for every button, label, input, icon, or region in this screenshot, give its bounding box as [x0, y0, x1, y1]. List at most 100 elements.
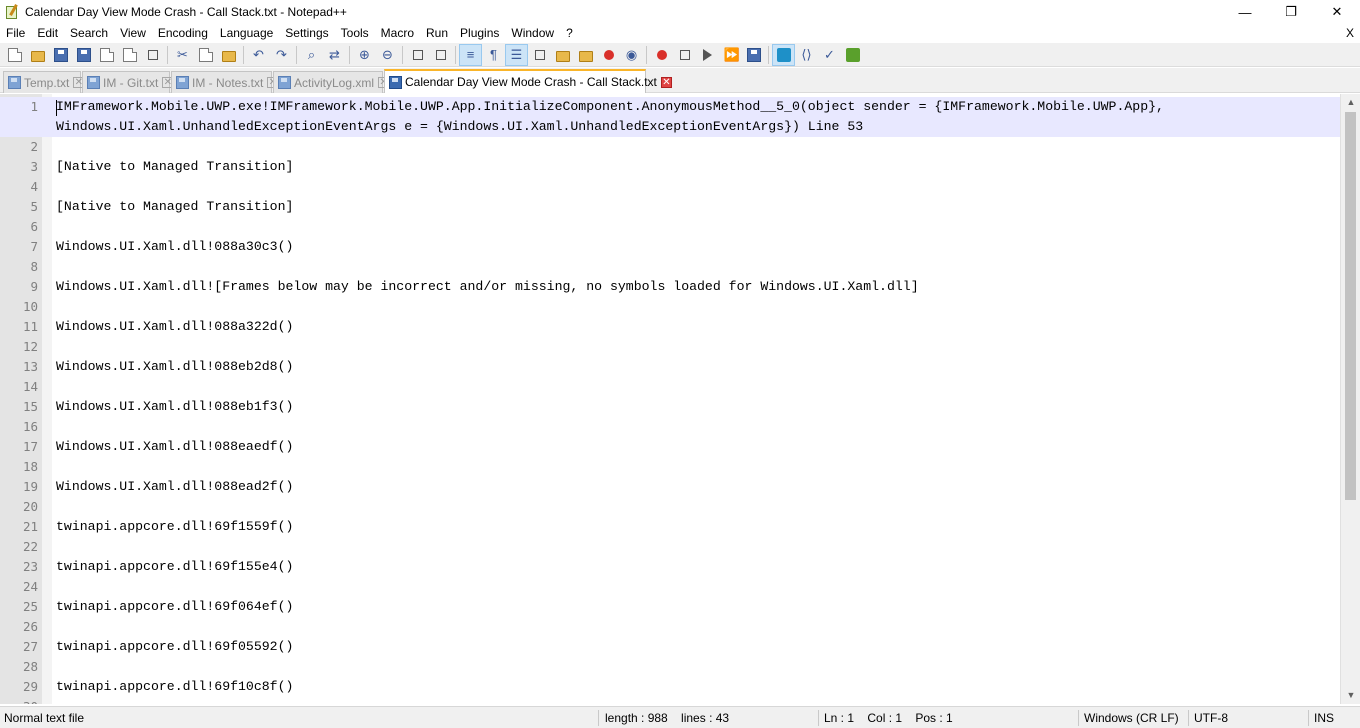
- line-text: IMFramework.Mobile.UWP.exe!IMFramework.M…: [56, 99, 1164, 114]
- menu-edit[interactable]: Edit: [31, 24, 64, 43]
- editor-line[interactable]: 14: [0, 377, 1340, 397]
- replace-button[interactable]: ⇄: [323, 44, 346, 66]
- tab-activitylog[interactable]: ActivityLog.xml ✕: [273, 71, 390, 93]
- editor-line[interactable]: 9 Windows.UI.Xaml.dll![Frames below may b…: [0, 277, 1340, 297]
- menu-macro[interactable]: Macro: [375, 24, 420, 43]
- editor-line[interactable]: 3 [Native to Managed Transition]: [0, 157, 1340, 177]
- plugin-admin-button[interactable]: [772, 43, 795, 66]
- xml-tools-button[interactable]: ⟨⟩: [795, 44, 818, 66]
- close-document-button[interactable]: X: [1346, 24, 1354, 43]
- editor-line[interactable]: 12: [0, 337, 1340, 357]
- editor-line[interactable]: 21 twinapi.appcore.dll!69f1559f(): [0, 517, 1340, 537]
- start-recording-button[interactable]: [650, 44, 673, 66]
- editor-line[interactable]: 6: [0, 217, 1340, 237]
- editor-line[interactable]: 15 Windows.UI.Xaml.dll!088eb1f3(): [0, 397, 1340, 417]
- save-button[interactable]: [49, 44, 72, 66]
- zoom-in-button[interactable]: ⊕: [353, 44, 376, 66]
- menu-tools[interactable]: Tools: [335, 24, 375, 43]
- editor-line[interactable]: 24: [0, 577, 1340, 597]
- editor-line[interactable]: 17 Windows.UI.Xaml.dll!088eaedf(): [0, 437, 1340, 457]
- playback-button[interactable]: [696, 44, 719, 66]
- tab-im-notes[interactable]: IM - Notes.txt ✕: [171, 71, 279, 93]
- save-all-button[interactable]: [72, 44, 95, 66]
- tab-im-git[interactable]: IM - Git.txt ✕: [82, 71, 174, 93]
- tab-close-icon[interactable]: ✕: [660, 76, 672, 88]
- editor-line[interactable]: 28: [0, 657, 1340, 677]
- stop-recording-button[interactable]: [673, 44, 696, 66]
- scroll-up-arrow-icon[interactable]: ▲: [1341, 94, 1360, 111]
- menu-view[interactable]: View: [114, 24, 152, 43]
- tab-temp[interactable]: Temp.txt ✕: [3, 71, 85, 93]
- editor-line[interactable]: 11 Windows.UI.Xaml.dll!088a322d(): [0, 317, 1340, 337]
- spell-check-button[interactable]: ✓: [818, 44, 841, 66]
- menu-plugins[interactable]: Plugins: [454, 24, 505, 43]
- paste-button[interactable]: [217, 44, 240, 66]
- close-all-button[interactable]: [118, 44, 141, 66]
- editor-line[interactable]: 29 twinapi.appcore.dll!69f10c8f(): [0, 677, 1340, 697]
- editor-line[interactable]: 18: [0, 457, 1340, 477]
- menu-window[interactable]: Window: [505, 24, 560, 43]
- redo-button[interactable]: ↷: [270, 44, 293, 66]
- line-number: 23: [22, 559, 38, 574]
- editor-line[interactable]: 19 Windows.UI.Xaml.dll!088ead2f(): [0, 477, 1340, 497]
- editor-line[interactable]: 2: [0, 137, 1340, 157]
- zoom-out-icon: ⊖: [382, 46, 393, 62]
- menu-encoding[interactable]: Encoding: [152, 24, 214, 43]
- editor-line[interactable]: 23 twinapi.appcore.dll!69f155e4(): [0, 557, 1340, 577]
- copy-button[interactable]: [194, 44, 217, 66]
- editor-line[interactable]: 1 IMFramework.Mobile.UWP.exe!IMFramework.…: [0, 97, 1340, 117]
- indent-guide-button[interactable]: ☰: [505, 43, 528, 66]
- user-defined-language-button[interactable]: [597, 44, 620, 66]
- line-number: 6: [30, 219, 38, 234]
- sync-vertical-button[interactable]: [406, 44, 429, 66]
- show-all-characters-button[interactable]: ¶: [482, 44, 505, 66]
- minimize-button[interactable]: —: [1222, 0, 1268, 24]
- cut-button[interactable]: ✂: [171, 44, 194, 66]
- zoom-out-button[interactable]: ⊖: [376, 44, 399, 66]
- tab-call-stack[interactable]: Calendar Day View Mode Crash - Call Stac…: [384, 69, 672, 93]
- menu-language[interactable]: Language: [214, 24, 279, 43]
- editor-line[interactable]: 13 Windows.UI.Xaml.dll!088eb2d8(): [0, 357, 1340, 377]
- function-list-button[interactable]: [551, 44, 574, 66]
- menu-run[interactable]: Run: [420, 24, 454, 43]
- new-file-button[interactable]: [3, 44, 26, 66]
- editor-line[interactable]: 4: [0, 177, 1340, 197]
- maximize-button[interactable]: ❐: [1268, 0, 1314, 24]
- editor-line[interactable]: 5 [Native to Managed Transition]: [0, 197, 1340, 217]
- editor-line[interactable]: 8: [0, 257, 1340, 277]
- find-button[interactable]: ⌕: [300, 44, 323, 66]
- menu-help[interactable]: ?: [560, 24, 579, 43]
- scrollbar-thumb[interactable]: [1345, 112, 1356, 500]
- menu-file[interactable]: File: [0, 24, 31, 43]
- spell-check-icon: ✓: [824, 46, 835, 62]
- text-editor[interactable]: 1 IMFramework.Mobile.UWP.exe!IMFramework.…: [0, 94, 1360, 704]
- vertical-scrollbar[interactable]: ▲ ▼: [1340, 94, 1360, 704]
- folder-as-workspace-button[interactable]: [574, 44, 597, 66]
- editor-line[interactable]: 20: [0, 497, 1340, 517]
- editor-line[interactable]: 22: [0, 537, 1340, 557]
- print-button[interactable]: [141, 44, 164, 66]
- monitoring-button[interactable]: ◉: [620, 44, 643, 66]
- close-button[interactable]: [95, 44, 118, 66]
- editor-line[interactable]: 25 twinapi.appcore.dll!69f064ef(): [0, 597, 1340, 617]
- document-map-button[interactable]: [528, 44, 551, 66]
- close-window-button[interactable]: ✕: [1314, 0, 1360, 24]
- editor-line[interactable]: 26: [0, 617, 1340, 637]
- open-file-button[interactable]: [26, 44, 49, 66]
- save-macro-button[interactable]: [742, 44, 765, 66]
- menu-search[interactable]: Search: [64, 24, 114, 43]
- menu-settings[interactable]: Settings: [279, 24, 334, 43]
- undo-button[interactable]: ↶: [247, 44, 270, 66]
- word-wrap-button[interactable]: ≡: [459, 43, 482, 66]
- editor-line[interactable]: 16: [0, 417, 1340, 437]
- editor-line[interactable]: 7 Windows.UI.Xaml.dll!088a30c3(): [0, 237, 1340, 257]
- editor-line[interactable]: 10: [0, 297, 1340, 317]
- sql-button[interactable]: [841, 44, 864, 66]
- scroll-down-arrow-icon[interactable]: ▼: [1341, 687, 1360, 704]
- editor-line[interactable]: 30: [0, 697, 1340, 704]
- editor-line[interactable]: Windows.UI.Xaml.UnhandledExceptionEventA…: [0, 117, 1340, 137]
- editor-line[interactable]: 27 twinapi.appcore.dll!69f05592(): [0, 637, 1340, 657]
- sync-horizontal-button[interactable]: [429, 44, 452, 66]
- line-number: 27: [22, 639, 38, 654]
- run-macro-multiple-button[interactable]: ⏩: [719, 44, 742, 66]
